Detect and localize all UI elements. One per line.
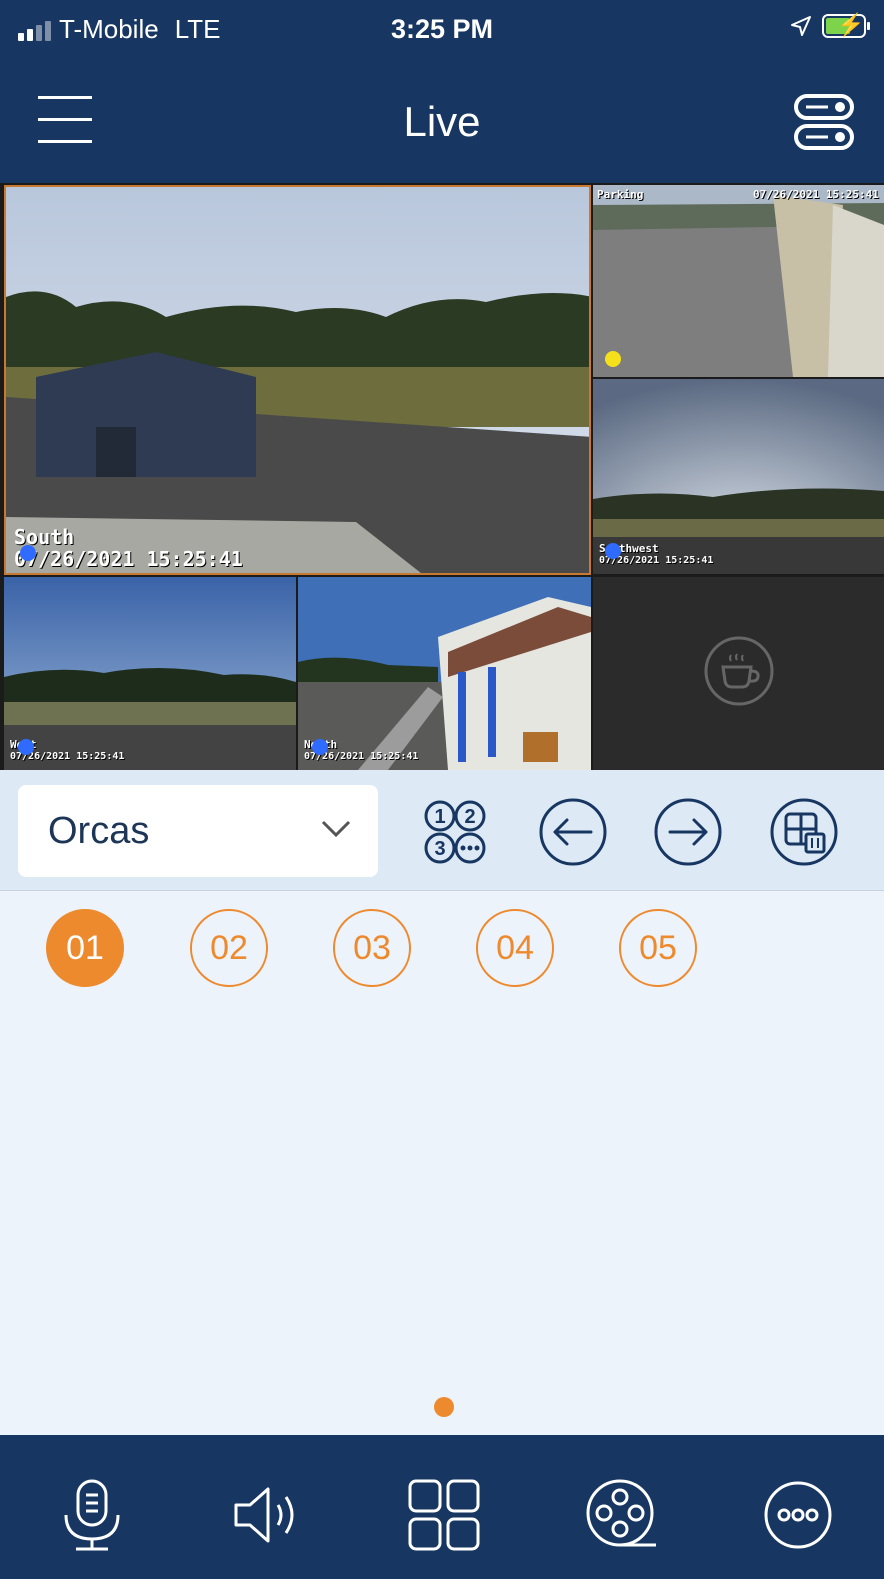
preset-button-03[interactable]: 03	[333, 909, 411, 987]
camera-status-dot	[605, 543, 621, 559]
preset-panel: 01 02 03 04 05	[0, 891, 884, 1435]
camera-status-dot	[312, 739, 328, 755]
site-select[interactable]: Orcas	[18, 785, 378, 877]
preset-button-04[interactable]: 04	[476, 909, 554, 987]
camera-name: South	[14, 525, 75, 549]
film-reel-icon[interactable]	[582, 1475, 662, 1555]
camera-timestamp: 07/26/2021 15:25:41	[753, 188, 879, 201]
camera-tile-empty[interactable]	[593, 577, 884, 770]
camera-feed-parking	[593, 185, 884, 377]
clock: 3:25 PM	[390, 14, 494, 44]
channel-toolbar: Orcas 1 2 3	[0, 770, 884, 891]
camera-grid: South 07/26/2021 15:25:41 Parking 07/26/…	[0, 183, 884, 770]
coffee-cup-icon	[704, 636, 774, 706]
chevron-down-icon	[321, 820, 351, 838]
camera-tile-south[interactable]: South 07/26/2021 15:25:41	[4, 185, 591, 575]
camera-tile-southwest[interactable]: Southwest 07/26/2021 15:25:41	[593, 379, 884, 574]
camera-feed-west	[4, 577, 296, 770]
preset-button-01[interactable]: 01	[46, 909, 124, 987]
bottom-tab-bar	[0, 1435, 884, 1579]
page-indicator-dot	[434, 1397, 454, 1417]
svg-text:1: 1	[434, 806, 445, 828]
preset-button-05[interactable]: 05	[619, 909, 697, 987]
camera-feed-south	[6, 187, 589, 573]
numbered-channels-icon[interactable]: 1 2 3	[418, 796, 490, 868]
camera-name: Parking	[597, 188, 644, 201]
camera-tile-parking[interactable]: Parking 07/26/2021 15:25:41	[593, 185, 884, 377]
camera-tile-north[interactable]: North 07/26/2021 15:25:41	[298, 577, 591, 770]
svg-text:2: 2	[464, 806, 475, 828]
camera-status-dot	[18, 739, 34, 755]
speaker-icon[interactable]	[228, 1475, 308, 1555]
previous-arrow-icon[interactable]	[537, 796, 609, 868]
status-bar: T-Mobile LTE 3:25 PM ⚡	[0, 0, 884, 62]
camera-timestamp: 07/26/2021 15:25:41	[14, 547, 243, 571]
server-settings-icon[interactable]	[792, 92, 856, 152]
more-icon[interactable]	[758, 1475, 838, 1555]
camera-tile-west[interactable]: West 07/26/2021 15:25:41	[4, 577, 296, 770]
next-arrow-icon[interactable]	[652, 796, 724, 868]
microphone-icon[interactable]	[52, 1475, 132, 1555]
svg-text:3: 3	[434, 838, 445, 860]
preset-button-02[interactable]: 02	[190, 909, 268, 987]
camera-feed-north	[298, 577, 591, 770]
page-title: Live	[403, 98, 481, 145]
location-icon	[791, 16, 811, 36]
battery-icon: ⚡	[822, 12, 870, 38]
site-select-value: Orcas	[48, 810, 150, 852]
camera-status-dot	[20, 545, 36, 561]
grid-layout-icon[interactable]	[404, 1475, 484, 1555]
camera-status-dot	[605, 351, 621, 367]
layout-delete-icon[interactable]	[768, 796, 840, 868]
top-nav-bar: Live	[0, 62, 884, 183]
